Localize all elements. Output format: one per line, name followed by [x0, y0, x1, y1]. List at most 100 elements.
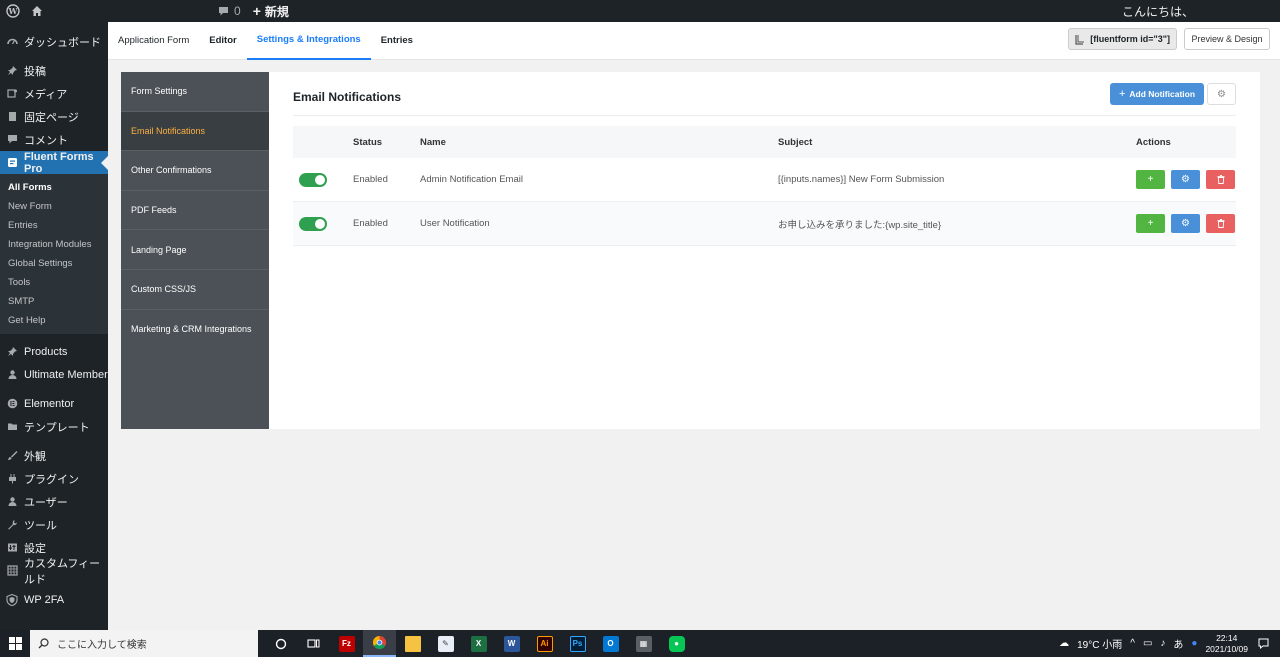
filezilla-icon[interactable]: Fz [330, 630, 363, 657]
notifications-table: Status Name Subject Actions Enabled Admi… [293, 126, 1236, 246]
file-explorer-icon[interactable] [396, 630, 429, 657]
plugin-icon [6, 473, 18, 485]
submenu-item-new-form[interactable]: New Form [0, 197, 108, 216]
row-subject: お申し込みを承りました:{wp.site_title} [778, 219, 942, 231]
ime-indicator[interactable]: あ [1173, 636, 1183, 651]
wordpress-logo-icon[interactable]: W [2, 0, 24, 22]
comments-link[interactable]: 0 [218, 0, 241, 22]
greeting[interactable]: こんにちは、 [1122, 0, 1194, 22]
notepad-icon[interactable]: ✎ [429, 630, 462, 657]
notification-enabled-toggle[interactable] [299, 216, 327, 231]
settings-nav-custom-css-js[interactable]: Custom CSS/JS [121, 270, 269, 310]
sidebar-item-ultimate-member[interactable]: Ultimate Member [0, 363, 108, 386]
taskbar-apps: Fz ✎ X W Ai Ps O ▦ ● [264, 630, 693, 657]
svg-text:W: W [8, 6, 19, 16]
sidebar-item-label: プラグイン [24, 473, 79, 486]
duplicate-button[interactable]: + [1136, 170, 1165, 189]
sidebar-item-label: Elementor [24, 397, 75, 410]
delete-button[interactable] [1206, 170, 1235, 189]
weather-icon[interactable]: ☁ [1059, 638, 1069, 649]
gear-icon: ⚙ [1181, 174, 1190, 185]
chrome-icon[interactable] [363, 630, 396, 657]
volume-icon[interactable]: ♪ [1160, 638, 1165, 649]
sidebar-item-label: ユーザー [24, 496, 68, 509]
grid-icon [6, 565, 18, 577]
preview-design-button[interactable]: Preview & Design [1184, 28, 1270, 50]
network-icon[interactable]: ▭ [1143, 638, 1152, 649]
sidebar-item-テンプレート[interactable]: テンプレート [0, 415, 108, 438]
settings-nav-form-settings[interactable]: Form Settings [121, 72, 269, 112]
sidebar-item-メディア[interactable]: メディア [0, 82, 108, 105]
settings-nav: Form Settings Email Notifications Other … [121, 72, 269, 429]
submenu-item-integration-modules[interactable]: Integration Modules [0, 235, 108, 254]
taskbar-search-box[interactable]: ここに入力して検索 [30, 630, 258, 657]
home-icon[interactable] [24, 0, 50, 22]
chevron-up-icon[interactable]: ^ [1130, 638, 1135, 649]
word-icon[interactable]: W [495, 630, 528, 657]
submenu-item-entries[interactable]: Entries [0, 216, 108, 235]
submenu-item-global-settings[interactable]: Global Settings [0, 254, 108, 273]
settings-nav-other-confirmations[interactable]: Other Confirmations [121, 151, 269, 191]
outlook-icon[interactable]: O [594, 630, 627, 657]
submenu-item-tools[interactable]: Tools [0, 273, 108, 292]
windows-logo-icon [8, 637, 22, 650]
settings-nav-landing-page[interactable]: Landing Page [121, 230, 269, 270]
form-top-nav: Application Form Editor Settings & Integ… [108, 22, 1280, 60]
line-icon[interactable]: ● [660, 630, 693, 657]
search-icon [38, 638, 49, 649]
sidebar-item-投稿[interactable]: 投稿 [0, 59, 108, 82]
start-button[interactable] [0, 630, 30, 657]
column-name: Name [420, 136, 446, 148]
clock[interactable]: 22:14 2021/10/09 [1205, 633, 1248, 655]
add-notification-button[interactable]: + Add Notification [1110, 83, 1204, 105]
sidebar-item-products[interactable]: Products [0, 340, 108, 363]
sidebar-item-ツール[interactable]: ツール [0, 513, 108, 536]
shortcode-text: [fluentform id="3"] [1090, 34, 1170, 44]
tab-settings-integrations[interactable]: Settings & Integrations [246, 22, 371, 60]
sidebar-item-カスタムフィールド[interactable]: カスタムフィールド [0, 558, 108, 586]
submenu-item-all-forms[interactable]: All Forms [0, 178, 108, 197]
new-content-link[interactable]: + 新規 [253, 0, 289, 22]
settings-nav-pdf-feeds[interactable]: PDF Feeds [121, 191, 269, 231]
sidebar-item-ユーザー[interactable]: ユーザー [0, 490, 108, 513]
plus-icon: + [252, 3, 261, 19]
cortana-icon[interactable] [264, 630, 297, 657]
shortcode-copy-button[interactable]: [fluentform id="3"] [1068, 28, 1177, 50]
settings-nav-marketing-crm[interactable]: Marketing & CRM Integrations [121, 310, 269, 350]
sidebar-item-elementor[interactable]: Elementor [0, 392, 108, 415]
sidebar-item-fluent-forms[interactable]: Fluent Forms Pro [0, 151, 108, 175]
task-view-icon[interactable] [297, 630, 330, 657]
photoshop-icon[interactable]: Ps [561, 630, 594, 657]
pin-icon [6, 346, 18, 358]
clipboard-icon [1075, 34, 1085, 45]
notification-enabled-toggle[interactable] [299, 172, 327, 187]
submenu-item-smtp[interactable]: SMTP [0, 292, 108, 311]
sidebar-item-label: ダッシュボード [24, 36, 101, 49]
clock-date: 2021/10/09 [1205, 643, 1248, 654]
sidebar-item-ダッシュボード[interactable]: ダッシュボード [0, 30, 108, 53]
weather-text[interactable]: 19°C 小雨 [1077, 636, 1122, 651]
tab-entries[interactable]: Entries [371, 22, 423, 60]
notification-settings-button[interactable]: ⚙ [1207, 83, 1236, 105]
wrench-icon [6, 519, 18, 531]
edit-settings-button[interactable]: ⚙ [1171, 214, 1200, 233]
sidebar-item-wp-2fa[interactable]: WP 2FA [0, 588, 108, 611]
tab-editor[interactable]: Editor [199, 22, 246, 60]
delete-button[interactable] [1206, 214, 1235, 233]
illustrator-icon[interactable]: Ai [528, 630, 561, 657]
admin-bar: W 0 + 新規 こんにちは、 [0, 0, 1280, 22]
page-icon [6, 111, 18, 123]
sidebar-item-プラグイン[interactable]: プラグイン [0, 467, 108, 490]
duplicate-button[interactable]: + [1136, 214, 1165, 233]
submenu-item-get-help[interactable]: Get Help [0, 311, 108, 330]
sidebar-item-コメント[interactable]: コメント [0, 128, 108, 151]
calculator-icon[interactable]: ▦ [627, 630, 660, 657]
sidebar-item-外観[interactable]: 外観 [0, 444, 108, 467]
excel-icon[interactable]: X [462, 630, 495, 657]
settings-nav-email-notifications[interactable]: Email Notifications [121, 111, 269, 152]
app-tray-icon[interactable]: ● [1191, 638, 1197, 649]
tab-application-form[interactable]: Application Form [108, 22, 199, 60]
sidebar-item-固定ページ[interactable]: 固定ページ [0, 105, 108, 128]
edit-settings-button[interactable]: ⚙ [1171, 170, 1200, 189]
notifications-icon[interactable] [1256, 637, 1270, 651]
